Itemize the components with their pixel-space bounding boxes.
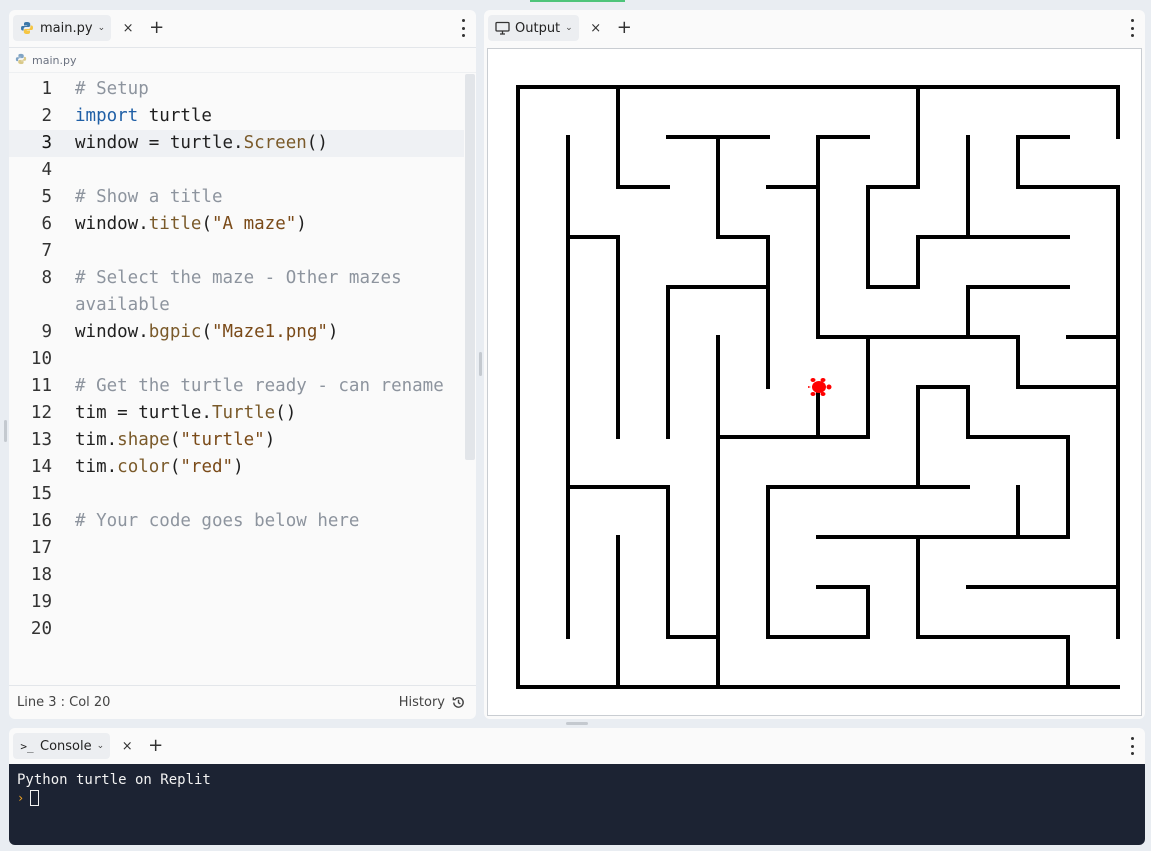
code-line[interactable]: 5 # Show a title	[9, 184, 464, 211]
code-line[interactable]: 20	[9, 616, 464, 643]
python-icon	[19, 20, 35, 36]
code-line[interactable]: 19	[9, 589, 464, 616]
terminal-icon: >_	[20, 739, 34, 753]
maze-image	[516, 85, 1120, 689]
editor-pane: main.py ⌄ × + main.py 1 # Setup 2 import t…	[9, 10, 476, 719]
breadcrumb: main.py	[9, 47, 476, 73]
horizontal-resize-handle[interactable]	[566, 722, 588, 725]
left-resize-handle[interactable]	[4, 420, 7, 442]
code-line[interactable]: 9 window.bgpic("Maze1.png")	[9, 319, 464, 346]
tab-label: main.py	[40, 20, 93, 36]
history-icon	[452, 697, 464, 708]
console-pane: >_ Console ⌄ × + Python turtle on Replit…	[9, 728, 1145, 845]
more-options-icon[interactable]	[460, 19, 466, 37]
top-progress-indicator	[530, 0, 625, 2]
code-line[interactable]: 18	[9, 562, 464, 589]
more-options-icon[interactable]	[1129, 737, 1135, 755]
code-line[interactable]: 14 tim.color("red")	[9, 454, 464, 481]
add-tab-button[interactable]: +	[148, 737, 163, 755]
code-line[interactable]: 2 import turtle	[9, 103, 464, 130]
code-line[interactable]: 7	[9, 238, 464, 265]
output-tabbar: Output ⌄ × +	[484, 10, 1145, 46]
python-icon	[15, 53, 27, 68]
code-line-wrap[interactable]: available	[9, 292, 464, 319]
console-output[interactable]: Python turtle on Replit ›	[9, 764, 1145, 845]
tab-output[interactable]: Output ⌄	[488, 15, 579, 41]
output-pane: Output ⌄ × +	[484, 10, 1145, 719]
code-editor[interactable]: 1 # Setup 2 import turtle 3 window = turtle…	[9, 74, 464, 685]
tab-label: Console	[40, 738, 92, 754]
code-line[interactable]: 16 # Your code goes below here	[9, 508, 464, 535]
text-cursor	[30, 790, 40, 806]
code-line[interactable]: 4	[9, 157, 464, 184]
turtle-canvas[interactable]	[487, 48, 1142, 716]
close-tab-button[interactable]: ×	[118, 739, 136, 754]
close-tab-button[interactable]: ×	[587, 21, 605, 36]
code-line[interactable]: 17	[9, 535, 464, 562]
vertical-resize-handle[interactable]	[479, 352, 482, 376]
editor-status-bar: Line 3 : Col 20 History	[9, 685, 476, 719]
cursor-position: Line 3 : Col 20	[17, 695, 111, 710]
code-line[interactable]: 1 # Setup	[9, 76, 464, 103]
tab-main-py[interactable]: main.py ⌄	[13, 15, 112, 41]
more-options-icon[interactable]	[1129, 19, 1135, 37]
console-tabbar: >_ Console ⌄ × +	[9, 728, 1145, 764]
history-button[interactable]: History	[399, 695, 466, 710]
code-line[interactable]: 15	[9, 481, 464, 508]
close-tab-button[interactable]: ×	[119, 21, 137, 36]
editor-tabbar: main.py ⌄ × +	[9, 10, 476, 46]
chevron-down-icon[interactable]: ⌄	[97, 741, 105, 751]
console-prompt[interactable]: ›	[17, 790, 1137, 806]
code-line[interactable]: 8 # Select the maze - Other mazes	[9, 265, 464, 292]
code-line[interactable]: 12 tim = turtle.Turtle()	[9, 400, 464, 427]
add-tab-button[interactable]: +	[617, 19, 632, 37]
code-line[interactable]: 11 # Get the turtle ready - can rename	[9, 373, 464, 400]
chevron-down-icon[interactable]: ⌄	[565, 23, 573, 33]
code-line[interactable]: 6 window.title("A maze")	[9, 211, 464, 238]
breadcrumb-file[interactable]: main.py	[32, 54, 76, 67]
tab-console[interactable]: >_ Console ⌄	[13, 733, 111, 759]
code-line-active[interactable]: 3 window = turtle.Screen()	[9, 130, 464, 157]
console-text: Python turtle on Replit	[17, 772, 211, 788]
tab-label: Output	[515, 20, 561, 36]
code-line[interactable]: 13 tim.shape("turtle")	[9, 427, 464, 454]
code-line[interactable]: 10	[9, 346, 464, 373]
prompt-arrow-icon: ›	[17, 791, 25, 805]
monitor-icon	[494, 20, 510, 36]
add-tab-button[interactable]: +	[149, 19, 164, 37]
editor-scrollbar[interactable]	[465, 74, 475, 460]
chevron-down-icon[interactable]: ⌄	[98, 23, 106, 33]
